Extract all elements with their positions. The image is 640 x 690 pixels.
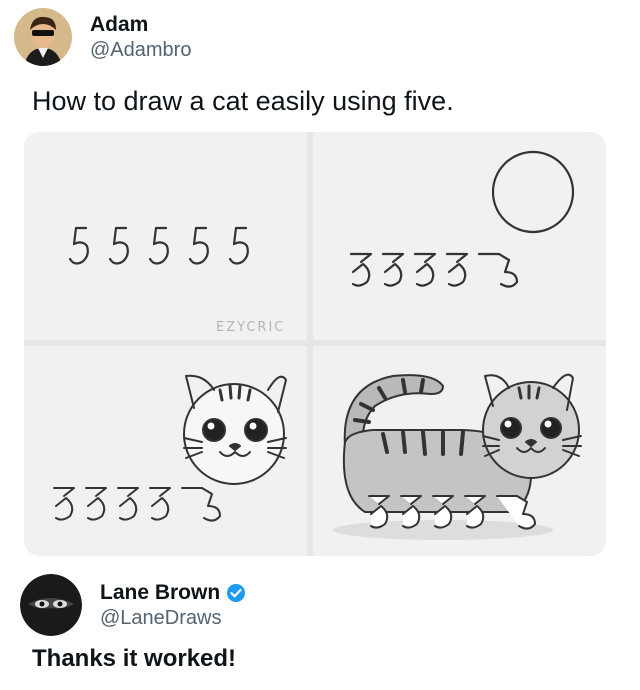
sideways-fives <box>53 487 221 522</box>
panel-step-3 <box>24 346 307 556</box>
reply-header: Lane Brown @LaneDraws <box>20 574 246 636</box>
watermark: EZYCRIC <box>216 320 286 335</box>
panel-step-2 <box>313 132 606 340</box>
cat-head-drawing <box>183 374 287 485</box>
reply-display-name[interactable]: Lane Brown <box>100 580 220 606</box>
reply-name-row: Lane Brown <box>100 580 246 606</box>
tweet-text: How to draw a cat easily using five. <box>32 86 454 116</box>
author-avatar[interactable] <box>14 8 72 66</box>
panel-step-1: EZYCRIC <box>24 132 307 340</box>
reply-names: Lane Brown @LaneDraws <box>100 580 246 630</box>
reply-text: Thanks it worked! <box>32 645 237 672</box>
reply-avatar[interactable] <box>20 574 82 636</box>
reply-handle[interactable]: @LaneDraws <box>100 606 246 630</box>
author-display-name[interactable]: Adam <box>90 12 191 38</box>
tweet-image-grid[interactable]: EZYCRIC <box>24 132 606 556</box>
author-handle[interactable]: @Adambro <box>90 38 191 62</box>
verified-badge-icon <box>227 584 246 602</box>
panel-step-4 <box>313 346 606 556</box>
tweet-header: Adam @Adambro <box>14 8 191 66</box>
head-circle <box>491 150 575 234</box>
digit-five-row <box>68 226 249 265</box>
finished-cat-drawing <box>333 373 582 540</box>
sideways-fives <box>349 252 519 288</box>
author-names: Adam @Adambro <box>90 12 191 62</box>
